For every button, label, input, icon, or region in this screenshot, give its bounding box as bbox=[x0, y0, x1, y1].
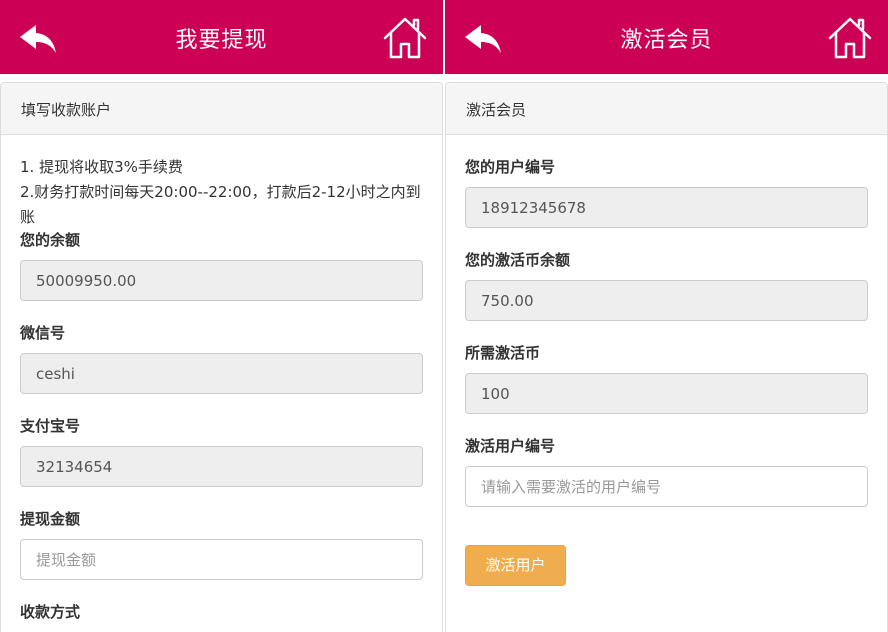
activate-user-button[interactable]: 激活用户 bbox=[465, 545, 566, 586]
notice-line-1: 1. 提现将收取3%手续费 bbox=[20, 158, 183, 176]
alipay-field: 32134654 bbox=[20, 446, 423, 487]
balance-field: 50009950.00 bbox=[20, 260, 423, 301]
withdraw-header: 我要提现 bbox=[0, 0, 443, 74]
panel-heading: 激活会员 bbox=[446, 83, 887, 135]
home-icon[interactable] bbox=[826, 14, 874, 62]
page-title: 我要提现 bbox=[175, 28, 268, 53]
amount-input[interactable]: 提现金额 bbox=[20, 539, 423, 580]
activate-member-screen: 激活会员 激活会员 您的用户编号 18912345678 您的激活币余额 750… bbox=[445, 0, 888, 632]
target-user-label: 激活用户编号 bbox=[465, 437, 556, 455]
user-id-field: 18912345678 bbox=[465, 187, 868, 228]
coin-balance-label: 您的激活币余额 bbox=[465, 251, 571, 269]
payment-method-label: 收款方式 bbox=[20, 603, 81, 621]
home-icon[interactable] bbox=[381, 14, 429, 62]
activate-panel: 激活会员 您的用户编号 18912345678 您的激活币余额 750.00 所… bbox=[445, 82, 888, 632]
notice-line-2: 2.财务打款时间每天20:00--22:00，打款后2-12小时之内到账 bbox=[20, 183, 421, 226]
user-id-label: 您的用户编号 bbox=[465, 158, 556, 176]
target-user-input[interactable]: 请输入需要激活的用户编号 bbox=[465, 466, 868, 507]
withdraw-screen: 我要提现 填写收款账户 1. 提现将收取3%手续费 2.财务打款时间每天20:0… bbox=[0, 0, 443, 632]
page-title: 激活会员 bbox=[620, 28, 713, 53]
activate-header: 激活会员 bbox=[445, 0, 888, 74]
wechat-label: 微信号 bbox=[20, 324, 66, 342]
amount-label: 提现金额 bbox=[20, 510, 81, 528]
required-coins-label: 所需激活币 bbox=[465, 344, 541, 362]
alipay-label: 支付宝号 bbox=[20, 417, 81, 435]
wechat-field: ceshi bbox=[20, 353, 423, 394]
withdraw-notice: 1. 提现将收取3%手续费 2.财务打款时间每天20:00--22:00，打款后… bbox=[20, 155, 423, 230]
panel-heading: 填写收款账户 bbox=[1, 83, 442, 135]
coin-balance-field: 750.00 bbox=[465, 280, 868, 321]
withdraw-panel: 填写收款账户 1. 提现将收取3%手续费 2.财务打款时间每天20:00--22… bbox=[0, 82, 443, 632]
balance-label: 您的余额 bbox=[20, 231, 81, 249]
required-coins-field: 100 bbox=[465, 373, 868, 414]
